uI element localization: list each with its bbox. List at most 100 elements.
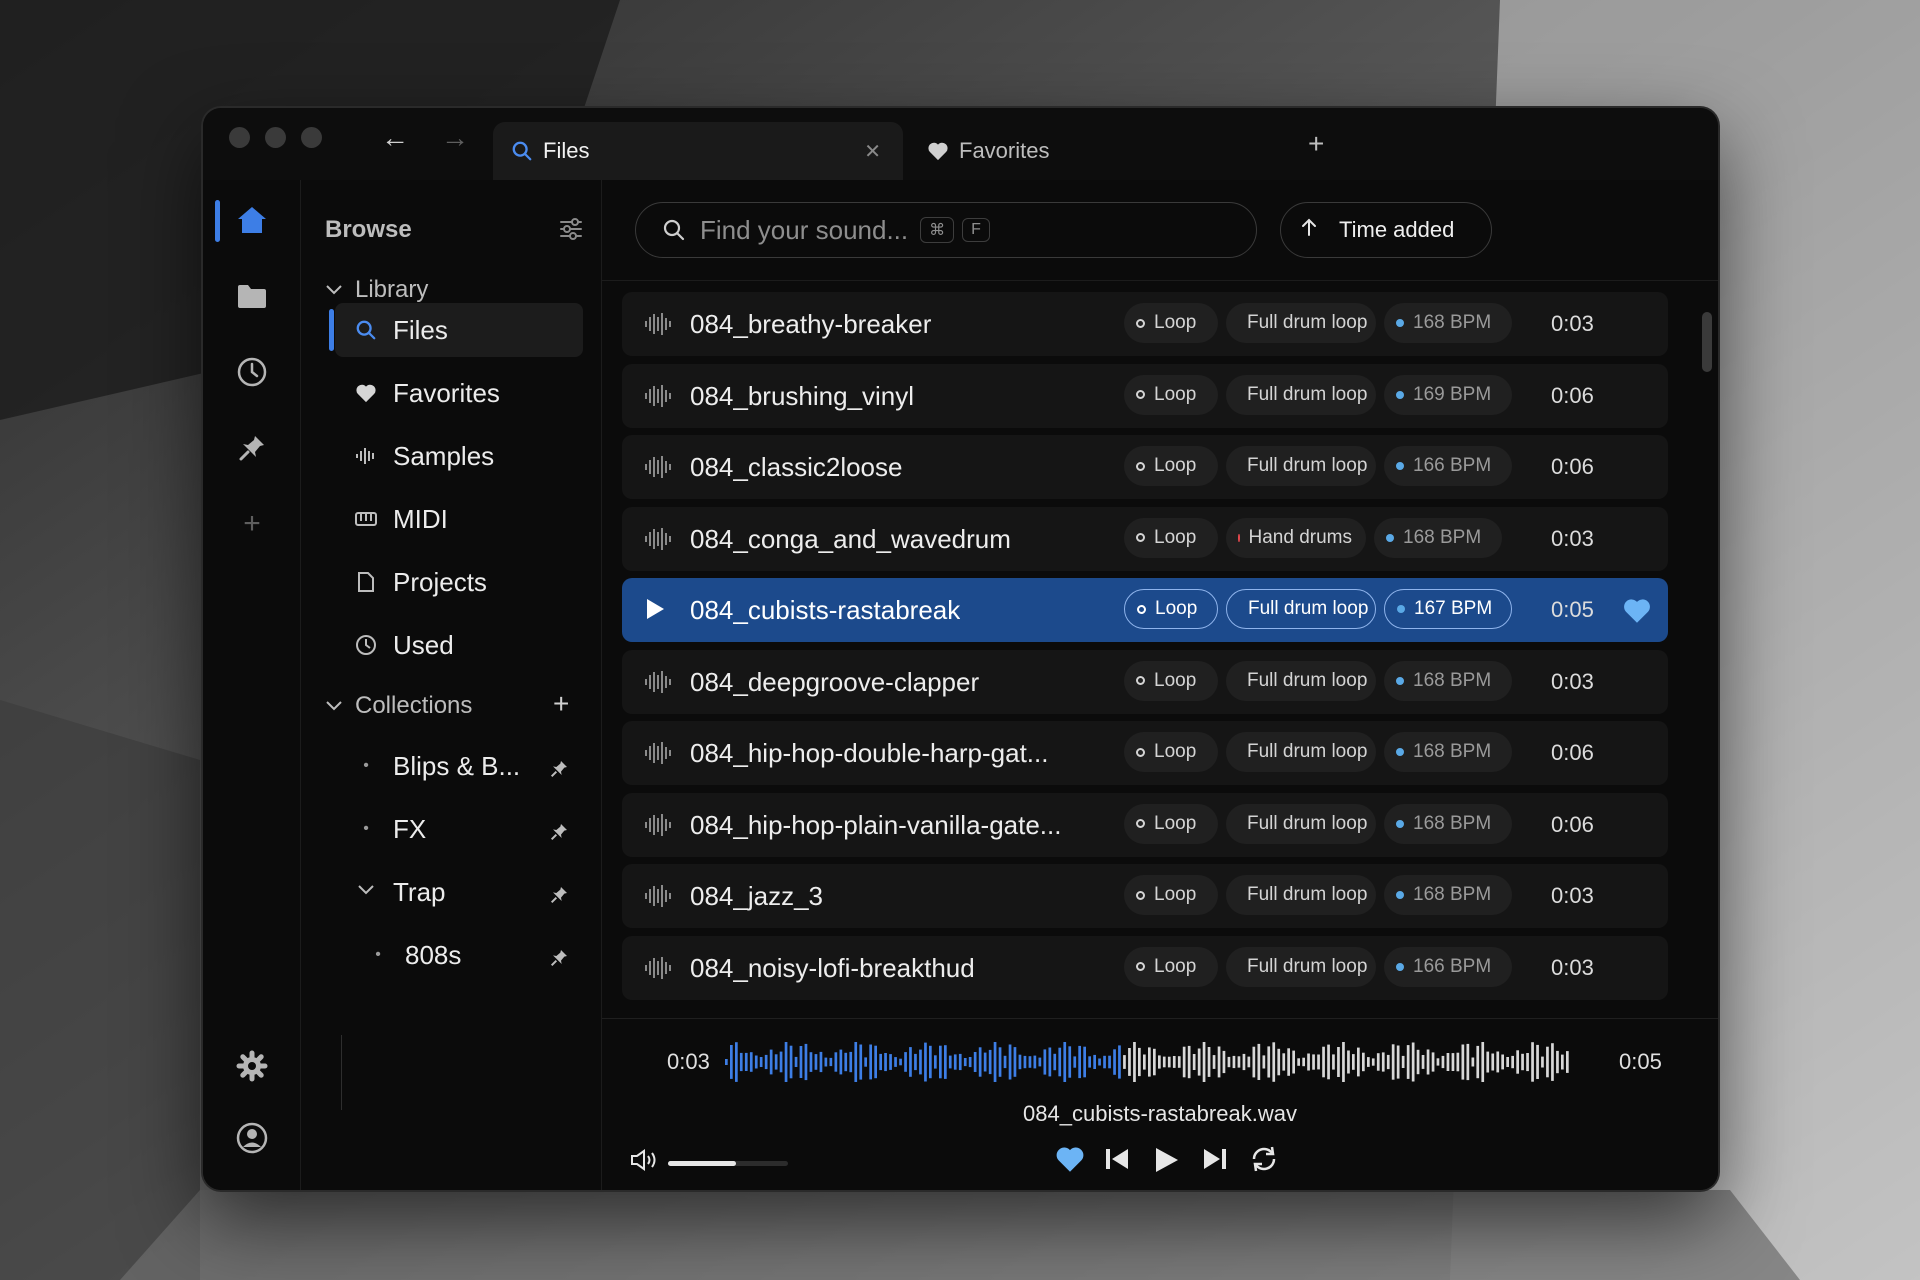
tag-dot-icon (1136, 962, 1145, 971)
type-tag[interactable]: Loop (1124, 875, 1218, 915)
minimize-window-button[interactable] (265, 127, 286, 148)
library-group-header[interactable]: Library (325, 276, 428, 304)
close-window-button[interactable] (229, 127, 250, 148)
home-icon[interactable] (228, 196, 276, 244)
type-tag[interactable]: Loop (1124, 803, 1218, 844)
bpm-tag[interactable]: 168 BPM (1384, 875, 1512, 915)
collections-group-header[interactable]: Collections (325, 692, 472, 720)
sidebar-item-projects[interactable]: Projects (335, 555, 583, 609)
file-row[interactable]: 084_brushing_vinyl Loop Full drum loop 169 … (622, 363, 1668, 428)
maximize-window-button[interactable] (301, 127, 322, 148)
add-collection-icon[interactable]: + (553, 688, 569, 720)
bpm-tag[interactable]: 166 BPM (1384, 946, 1512, 987)
bpm-tag[interactable]: 168 BPM (1384, 303, 1512, 343)
category-tag[interactable]: Full drum loop (1226, 374, 1376, 415)
account-icon[interactable] (228, 1114, 276, 1162)
file-row[interactable]: 084_hip-hop-double-harp-gat... Loop Full d… (622, 721, 1668, 785)
file-row[interactable]: 084_noisy-lofi-breakthud Loop Full drum lo… (622, 935, 1668, 1000)
tab-files[interactable]: Files ✕ (493, 122, 903, 180)
waveform-icon[interactable] (644, 526, 672, 552)
favorite-heart-icon[interactable] (1054, 1145, 1086, 1173)
sidebar-item-used[interactable]: Used (335, 618, 583, 672)
file-row[interactable]: 084_jazz_3 Loop Full drum loop 168 BPM 0:03 (622, 864, 1668, 928)
bpm-tag[interactable]: 167 BPM (1384, 589, 1512, 629)
collection-label: FX (393, 813, 427, 844)
pin-icon[interactable] (549, 944, 569, 975)
file-row[interactable]: 084_deepgroove-clapper Loop Full drum loop… (622, 649, 1668, 714)
type-tag[interactable]: Loop (1124, 374, 1218, 415)
type-tag[interactable]: Loop (1124, 946, 1218, 987)
type-tag[interactable]: Loop (1124, 732, 1218, 772)
collection-item[interactable]: • Blips & B... (335, 739, 583, 793)
category-tag[interactable]: Hand drums (1226, 517, 1366, 558)
category-tag[interactable]: Full drum loop (1226, 446, 1376, 486)
file-row[interactable]: 084_cubists-rastabreak Loop Full drum loop… (622, 578, 1668, 642)
pin-icon[interactable] (549, 881, 569, 912)
waveform-scrubber[interactable] (725, 1041, 1571, 1083)
bpm-tag[interactable]: 168 BPM (1374, 517, 1502, 558)
bpm-tag[interactable]: 168 BPM (1384, 732, 1512, 772)
waveform-icon[interactable] (644, 812, 672, 838)
forward-arrow-icon[interactable]: → (441, 124, 469, 152)
folder-icon[interactable] (228, 272, 276, 320)
file-row[interactable]: 084_hip-hop-plain-vanilla-gate... Loop Ful… (622, 792, 1668, 857)
file-row[interactable]: 084_conga_and_wavedrum Loop Hand drums 168 … (622, 506, 1668, 571)
waveform-icon[interactable] (644, 883, 672, 909)
filter-settings-icon[interactable] (559, 218, 583, 245)
category-tag[interactable]: Full drum loop (1226, 803, 1376, 844)
type-tag[interactable]: Loop (1124, 517, 1218, 558)
sidebar-item-samples[interactable]: Samples (335, 429, 583, 483)
collection-item[interactable]: • 808s (347, 928, 583, 982)
bpm-tag[interactable]: 169 BPM (1384, 374, 1512, 415)
loop-icon[interactable] (1248, 1145, 1280, 1173)
waveform-bar (963, 1058, 967, 1067)
waveform-icon[interactable] (644, 454, 672, 480)
category-tag[interactable]: Full drum loop (1226, 875, 1376, 915)
play-icon[interactable] (1152, 1145, 1180, 1175)
category-tag[interactable]: Full drum loop (1226, 946, 1376, 987)
file-row[interactable]: 084_classic2loose Loop Full drum loop 166 B… (622, 435, 1668, 499)
pin-icon[interactable] (549, 818, 569, 849)
add-tab-icon[interactable]: + (1308, 128, 1324, 160)
sidebar-item-midi[interactable]: MIDI (335, 492, 583, 546)
waveform-icon[interactable] (644, 669, 672, 695)
type-tag[interactable]: Loop (1124, 303, 1218, 343)
gear-icon[interactable] (228, 1042, 276, 1090)
favorite-heart-icon[interactable] (1622, 597, 1652, 624)
type-tag[interactable]: Loop (1124, 660, 1218, 701)
waveform-icon[interactable] (644, 740, 672, 766)
sidebar-item-files[interactable]: Files (329, 303, 583, 357)
bpm-tag[interactable]: 168 BPM (1384, 803, 1512, 844)
sidebar-item-favorites[interactable]: Favorites (335, 366, 583, 420)
previous-track-icon[interactable] (1104, 1145, 1130, 1173)
type-tag[interactable]: Loop (1124, 589, 1218, 629)
volume-slider[interactable] (668, 1161, 788, 1166)
waveform-icon[interactable] (644, 311, 672, 337)
waveform-icon[interactable] (644, 955, 672, 981)
waveform-icon[interactable] (644, 383, 672, 409)
search-input[interactable]: Find your sound... ⌘ F (635, 202, 1257, 258)
clock-icon[interactable] (228, 348, 276, 396)
tab-favorites[interactable]: Favorites (909, 122, 1209, 180)
waveform-bar (779, 1051, 783, 1073)
close-tab-icon[interactable]: ✕ (864, 139, 881, 164)
category-tag[interactable]: Full drum loop (1226, 660, 1376, 701)
sort-button[interactable]: Time added (1280, 202, 1492, 258)
file-row[interactable]: 084_breathy-breaker Loop Full drum loop 168… (622, 292, 1668, 356)
play-icon[interactable] (644, 597, 666, 621)
collection-item[interactable]: • FX (335, 802, 583, 856)
bpm-tag[interactable]: 168 BPM (1384, 660, 1512, 701)
next-track-icon[interactable] (1202, 1145, 1228, 1173)
category-tag[interactable]: Full drum loop (1226, 589, 1376, 629)
scrollbar-thumb[interactable] (1702, 312, 1712, 372)
category-tag[interactable]: Full drum loop (1226, 732, 1376, 772)
volume-icon[interactable] (630, 1148, 660, 1172)
category-tag[interactable]: Full drum loop (1226, 303, 1376, 343)
pin-icon[interactable] (228, 424, 276, 472)
add-icon[interactable]: + (228, 500, 276, 548)
back-arrow-icon[interactable]: ← (381, 124, 409, 152)
pin-icon[interactable] (549, 755, 569, 786)
type-tag[interactable]: Loop (1124, 446, 1218, 486)
collection-item[interactable]: Trap (335, 865, 583, 919)
bpm-tag[interactable]: 166 BPM (1384, 446, 1512, 486)
